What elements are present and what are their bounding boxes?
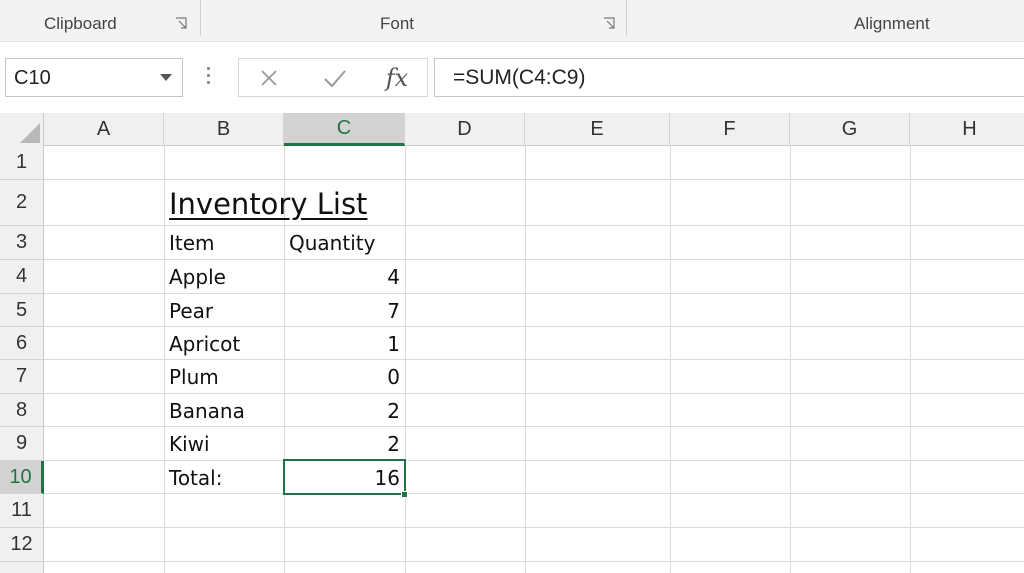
dialog-launcher-icon[interactable] <box>603 17 615 29</box>
cell-c4[interactable]: 4 <box>284 260 400 294</box>
cancel-button[interactable] <box>249 63 289 93</box>
column-header-row: A B C D E F G H <box>0 113 1024 146</box>
row-header-1[interactable]: 1 <box>0 146 44 180</box>
row-header-2[interactable]: 2 <box>0 180 44 226</box>
row-header-11[interactable]: 11 <box>0 494 44 528</box>
column-header-d[interactable]: D <box>405 113 525 146</box>
name-box[interactable]: C10 <box>5 58 183 97</box>
row-header-5[interactable]: 5 <box>0 294 44 327</box>
row-header-10[interactable]: 10 <box>0 461 44 494</box>
row-header-9[interactable]: 9 <box>0 427 44 461</box>
cell-c7[interactable]: 0 <box>284 360 400 394</box>
alignment-group-label: Alignment <box>854 14 930 33</box>
formula-buttons: fx <box>238 58 428 97</box>
cancel-x-icon <box>261 70 277 86</box>
alignment-group: Alignment <box>627 0 1024 42</box>
row-header-13[interactable] <box>0 562 44 573</box>
row-header-8[interactable]: 8 <box>0 394 44 427</box>
column-header-e[interactable]: E <box>525 113 670 146</box>
cell-b5[interactable]: Pear <box>169 294 213 327</box>
cell-b2-title[interactable]: Inventory List <box>169 183 367 225</box>
cell-c3-header[interactable]: Quantity <box>289 226 375 260</box>
cell-b7[interactable]: Plum <box>169 360 219 394</box>
cell-b10-total-label[interactable]: Total: <box>169 461 222 494</box>
column-header-h[interactable]: H <box>910 113 1024 146</box>
gridline <box>44 179 1024 180</box>
gridline <box>44 561 1024 562</box>
grip-dots-icon[interactable] <box>203 67 213 89</box>
font-group: Font <box>201 0 626 42</box>
ribbon: Clipboard Font Alignment <box>0 0 1024 42</box>
formula-input[interactable]: =SUM(C4:C9) <box>434 58 1024 97</box>
fx-icon: fx <box>385 64 409 92</box>
row-header-6[interactable]: 6 <box>0 327 44 360</box>
active-cell-selection <box>283 459 406 495</box>
row-header-7[interactable]: 7 <box>0 360 44 394</box>
insert-function-button[interactable]: fx <box>377 63 417 93</box>
select-all-triangle-icon <box>20 123 40 143</box>
fill-handle[interactable] <box>401 491 408 498</box>
cell-c9[interactable]: 2 <box>284 427 400 461</box>
column-header-c[interactable]: C <box>284 113 405 146</box>
cell-c6[interactable]: 1 <box>284 327 400 360</box>
column-header-g[interactable]: G <box>790 113 910 146</box>
enter-button[interactable] <box>315 63 355 93</box>
cell-c5[interactable]: 7 <box>284 294 400 327</box>
name-box-value: C10 <box>14 67 51 89</box>
dialog-launcher-icon[interactable] <box>175 17 187 29</box>
row-header-3[interactable]: 3 <box>0 226 44 260</box>
gridline <box>44 527 1024 528</box>
column-header-f[interactable]: F <box>670 113 790 146</box>
clipboard-group: Clipboard <box>0 0 200 42</box>
formula-bar-area: C10 fx =SUM(C4:C9) <box>0 43 1024 113</box>
cell-b8[interactable]: Banana <box>169 394 245 427</box>
cell-b6[interactable]: Apricot <box>169 327 240 360</box>
column-header-a[interactable]: A <box>44 113 164 146</box>
cell-b3-header[interactable]: Item <box>169 226 215 260</box>
column-header-b[interactable]: B <box>164 113 284 146</box>
worksheet-grid[interactable]: A B C D E F G H 1 2 3 4 5 6 7 8 9 10 11 … <box>0 113 1024 573</box>
clipboard-group-label: Clipboard <box>44 14 117 33</box>
cell-b9[interactable]: Kiwi <box>169 427 210 461</box>
cell-c8[interactable]: 2 <box>284 394 400 427</box>
row-header-12[interactable]: 12 <box>0 528 44 562</box>
check-icon <box>324 70 346 88</box>
cell-b4[interactable]: Apple <box>169 260 226 294</box>
formula-text: =SUM(C4:C9) <box>453 66 586 89</box>
chevron-down-icon[interactable] <box>160 74 172 81</box>
select-all-button[interactable] <box>0 113 44 146</box>
row-header-4[interactable]: 4 <box>0 260 44 294</box>
font-group-label: Font <box>380 14 415 33</box>
